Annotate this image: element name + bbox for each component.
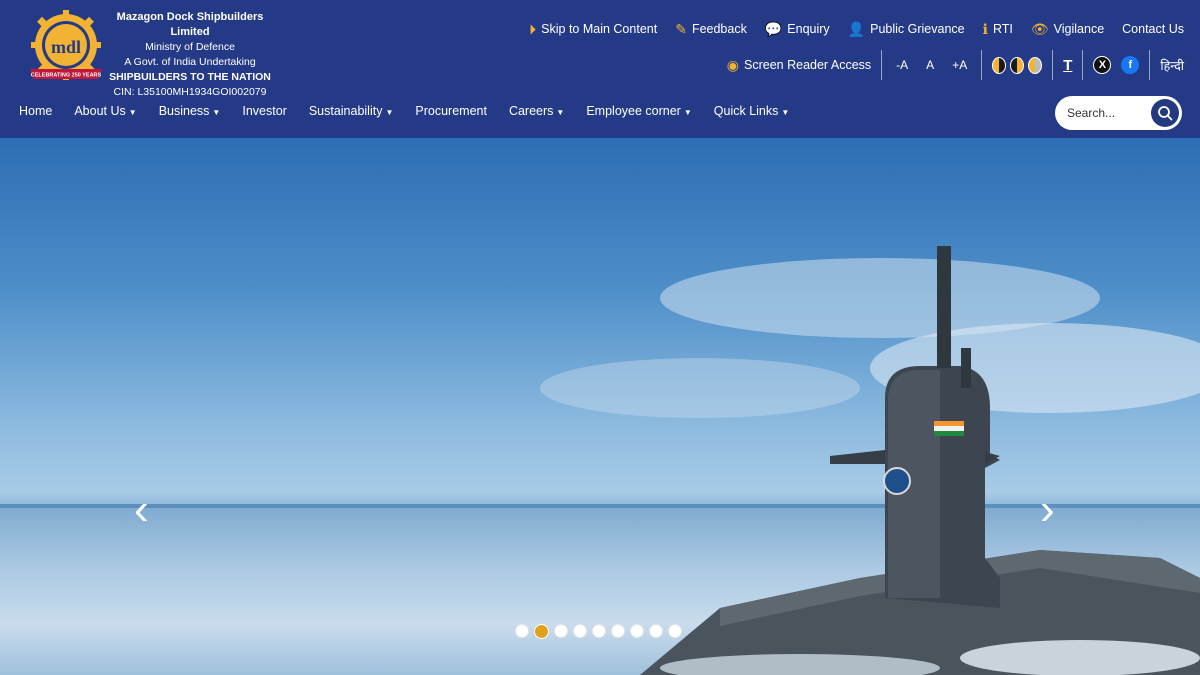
skip-label: Skip to Main Content bbox=[541, 22, 658, 36]
nav-quick-links[interactable]: Quick Links ▼ bbox=[714, 104, 790, 118]
divider bbox=[981, 50, 983, 80]
feedback-link[interactable]: ✎ Feedback bbox=[675, 22, 747, 36]
vigilance-label: Vigilance bbox=[1053, 22, 1105, 36]
text-spacing-icon[interactable]: T bbox=[1063, 57, 1072, 74]
chevron-down-icon: ▼ bbox=[683, 107, 692, 117]
org-info: Mazagon Dock Shipbuilders Limited Minist… bbox=[100, 10, 280, 100]
search-box bbox=[1055, 96, 1182, 130]
feedback-label: Feedback bbox=[691, 22, 747, 36]
nav-label: Investor bbox=[242, 104, 287, 118]
skip-to-content-link[interactable]: ⏵ Skip to Main Content bbox=[529, 22, 657, 36]
org-undertaking: A Govt. of India Undertaking bbox=[124, 56, 256, 68]
font-increase-button[interactable]: +A bbox=[948, 58, 971, 72]
nav-label: Quick Links bbox=[713, 104, 779, 118]
slider-dot[interactable] bbox=[592, 624, 606, 638]
slider-prev-button[interactable]: ‹ bbox=[134, 488, 149, 532]
slider-dot[interactable] bbox=[515, 624, 529, 638]
slider-dot[interactable] bbox=[554, 624, 568, 638]
contrast-gray-icon[interactable] bbox=[1028, 56, 1043, 74]
nav-sustainability[interactable]: Sustainability ▼ bbox=[309, 104, 394, 118]
accessibility-bar: ◉ Screen Reader Access -A A +A T X f हिन… bbox=[727, 50, 1184, 80]
slider-dot[interactable] bbox=[534, 624, 549, 639]
chevron-down-icon: ▼ bbox=[212, 107, 221, 117]
screen-reader-link[interactable]: ◉ Screen Reader Access bbox=[727, 58, 871, 72]
site-header: mdl CELEBRATING 250 YEARS Mazagon Dock S… bbox=[0, 0, 1200, 138]
divider bbox=[1082, 50, 1084, 80]
contact-link[interactable]: Contact Us bbox=[1122, 22, 1184, 36]
divider bbox=[1149, 50, 1151, 80]
enquiry-label: Enquiry bbox=[787, 22, 830, 36]
slider-pagination bbox=[515, 624, 682, 639]
nav-employee-corner[interactable]: Employee corner ▼ bbox=[586, 104, 691, 118]
slider-dot[interactable] bbox=[611, 624, 625, 638]
slider-dot[interactable] bbox=[573, 624, 587, 638]
language-toggle[interactable]: हिन्दी bbox=[1160, 57, 1184, 74]
screen-reader-icon: ◉ bbox=[726, 57, 740, 73]
main-nav: Home About Us ▼ Business ▼ Investor Sust… bbox=[19, 102, 811, 120]
enquiry-link[interactable]: 💬 Enquiry bbox=[765, 22, 830, 36]
search-icon bbox=[1158, 106, 1173, 121]
rti-label: RTI bbox=[992, 22, 1013, 36]
search-input[interactable] bbox=[1067, 106, 1157, 120]
submarine-image bbox=[540, 246, 1200, 675]
contact-label: Contact Us bbox=[1122, 22, 1184, 36]
org-cin: CIN: L35100MH1934GOI002079 bbox=[113, 86, 267, 98]
hero-slider: ‹ › bbox=[0, 138, 1200, 675]
nav-label: Sustainability bbox=[308, 104, 383, 118]
facebook-icon[interactable]: f bbox=[1121, 56, 1140, 74]
font-decrease-button[interactable]: -A bbox=[892, 58, 912, 72]
slider-dot[interactable] bbox=[630, 624, 644, 638]
nav-label: Careers bbox=[508, 104, 554, 118]
info-person-icon: ℹ bbox=[982, 21, 988, 37]
divider bbox=[881, 50, 883, 80]
logo-text: mdl bbox=[51, 37, 81, 57]
font-normal-button[interactable]: A bbox=[922, 58, 938, 72]
nav-label: Employee corner bbox=[586, 104, 681, 118]
slider-dot[interactable] bbox=[668, 624, 682, 638]
org-ministry: Ministry of Defence bbox=[145, 41, 235, 53]
feedback-icon: ✎ bbox=[675, 21, 687, 37]
nav-label: About Us bbox=[74, 104, 126, 118]
grievance-label: Public Grievance bbox=[870, 22, 965, 36]
grievance-link[interactable]: 👤 Public Grievance bbox=[848, 22, 965, 36]
org-name: Mazagon Dock Shipbuilders Limited bbox=[116, 11, 264, 38]
chevron-down-icon: ▼ bbox=[556, 107, 565, 117]
nav-procurement[interactable]: Procurement bbox=[415, 104, 487, 118]
skip-icon: ⏵ bbox=[529, 21, 537, 37]
chevron-down-icon: ▼ bbox=[128, 107, 137, 117]
utility-links: ⏵ Skip to Main Content ✎ Feedback 💬 Enqu… bbox=[529, 18, 1184, 40]
contrast-options bbox=[992, 56, 1043, 74]
nav-label: Home bbox=[19, 104, 53, 118]
contrast-default-icon[interactable] bbox=[992, 56, 1007, 74]
search-button[interactable] bbox=[1151, 99, 1179, 127]
nav-home[interactable]: Home bbox=[19, 104, 52, 118]
vigilance-link[interactable]: 👁 Vigilance bbox=[1031, 22, 1104, 36]
nav-label: Business bbox=[158, 104, 210, 118]
chevron-down-icon: ▼ bbox=[781, 107, 790, 117]
eye-icon: 👁 bbox=[1030, 21, 1049, 37]
slider-next-button[interactable]: › bbox=[1040, 488, 1055, 532]
org-tagline: SHIPBUILDERS TO THE NATION bbox=[109, 71, 271, 83]
nav-label: Procurement bbox=[415, 104, 487, 118]
nav-investor[interactable]: Investor bbox=[242, 104, 286, 118]
contrast-high-icon[interactable] bbox=[1010, 56, 1025, 74]
mdl-logo[interactable]: mdl CELEBRATING 250 YEARS bbox=[26, 9, 106, 89]
chat-icon: 💬 bbox=[764, 21, 783, 37]
nav-business[interactable]: Business ▼ bbox=[159, 104, 221, 118]
nav-careers[interactable]: Careers ▼ bbox=[509, 104, 564, 118]
x-social-icon[interactable]: X bbox=[1093, 56, 1112, 74]
screen-reader-label: Screen Reader Access bbox=[744, 58, 872, 72]
logo-banner: CELEBRATING 250 YEARS bbox=[31, 73, 102, 79]
divider bbox=[1052, 50, 1054, 80]
nav-about-us[interactable]: About Us ▼ bbox=[74, 104, 136, 118]
rti-link[interactable]: ℹ RTI bbox=[983, 22, 1013, 36]
person-icon: 👤 bbox=[847, 21, 866, 37]
chevron-down-icon: ▼ bbox=[385, 107, 394, 117]
slider-dot[interactable] bbox=[649, 624, 663, 638]
